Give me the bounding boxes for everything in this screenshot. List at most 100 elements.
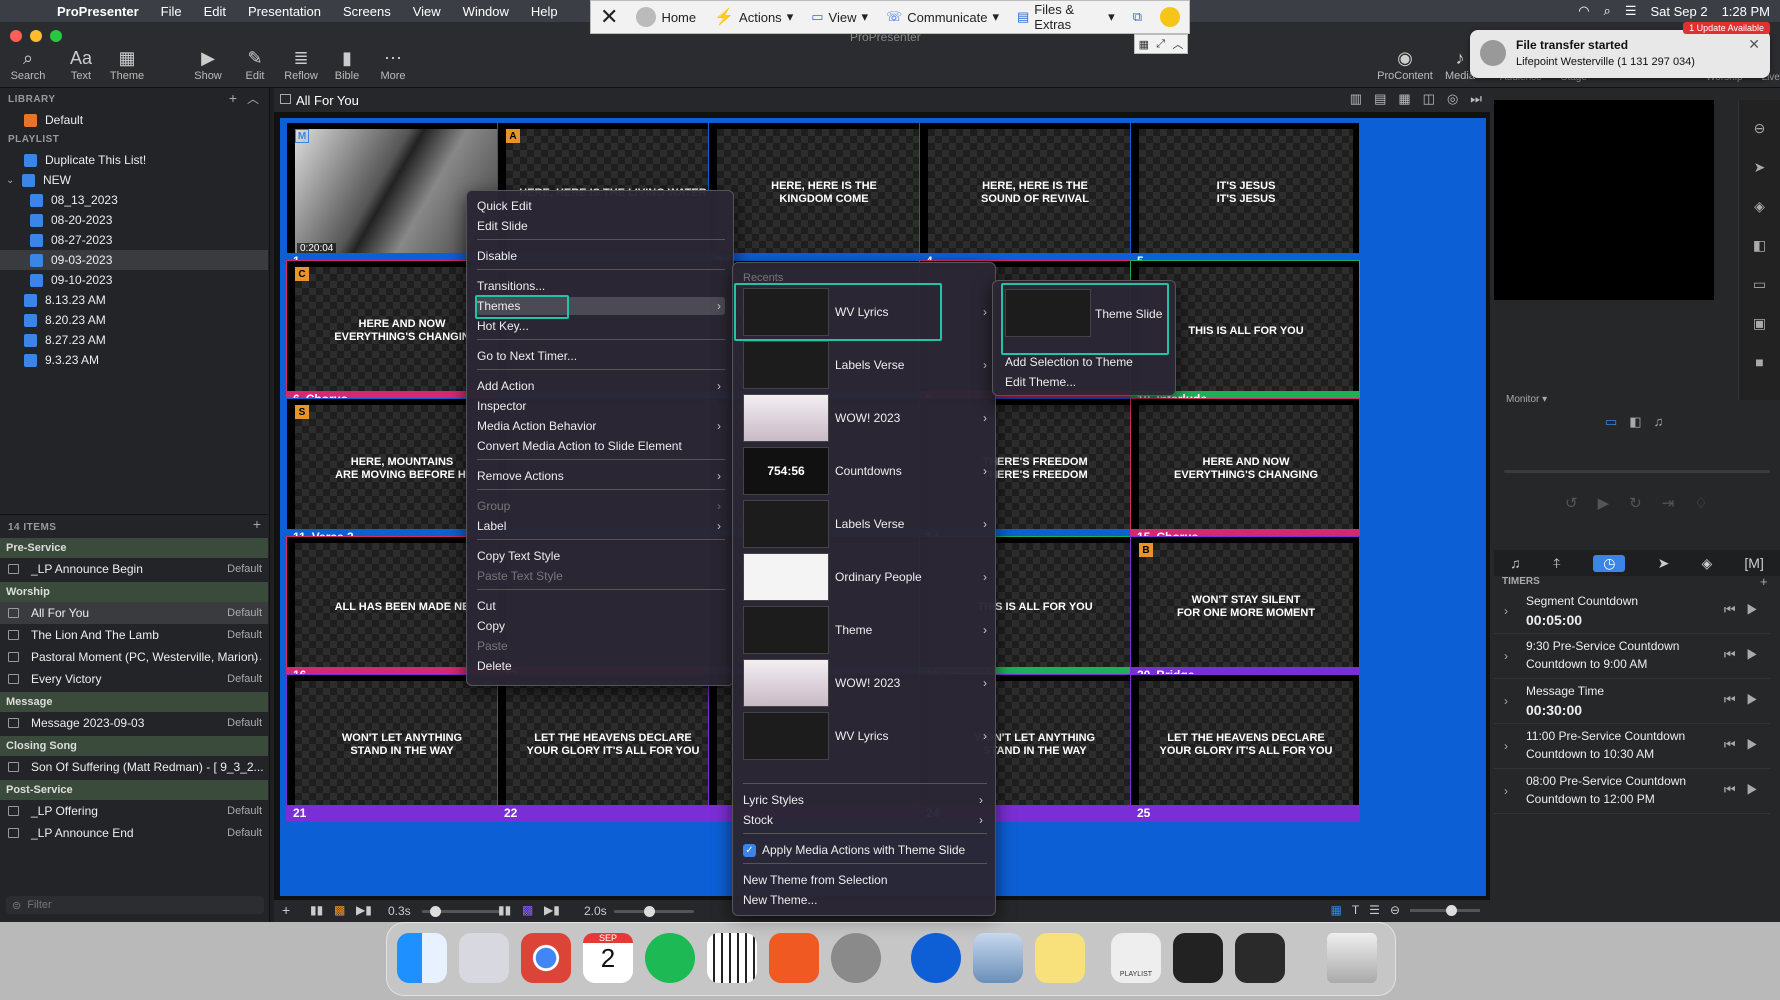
office-icon[interactable]	[769, 933, 819, 983]
library-default[interactable]: Default	[0, 110, 268, 130]
play-icon[interactable]: ▶	[1598, 494, 1610, 512]
slide-thumbnail[interactable]: WON'T LET ANYTHING STAND IN THE WAY 21	[286, 674, 516, 822]
play-icon[interactable]: ▶	[1746, 602, 1758, 617]
zoom-window-button[interactable]	[50, 30, 62, 42]
teamviewer-icon[interactable]	[911, 933, 961, 983]
menu-item-add-action[interactable]: Add Action ›	[477, 377, 725, 395]
send-icon[interactable]: ➤	[1754, 159, 1766, 176]
menu-item-apply-media-actions[interactable]: ✓ Apply Media Actions with Theme Slide	[743, 841, 987, 859]
theme-item[interactable]: Theme ›	[743, 605, 993, 655]
announce-icon[interactable]: ◧	[1753, 237, 1766, 254]
timer-row[interactable]: › Segment Countdown 00:05:00 ⏮ ▶	[1494, 590, 1770, 634]
menu-help[interactable]: Help	[520, 4, 569, 19]
media-dissolve-icon[interactable]: ▩	[522, 903, 533, 917]
menu-item-transitions[interactable]: Transitions...	[477, 277, 725, 295]
playlist-item-selected[interactable]: 09-03-2023	[0, 250, 268, 270]
skip-icon[interactable]: ⇥	[1662, 494, 1675, 512]
slide-thumbnail[interactable]: LET THE HEAVENS DECLARE YOUR GLORY IT'S …	[1130, 674, 1360, 822]
add-icon[interactable]: +	[229, 90, 237, 106]
menu-time[interactable]: 1:28 PM	[1722, 4, 1770, 19]
text-view-icon[interactable]: T	[1352, 903, 1359, 917]
play-icon[interactable]: ▶	[1746, 692, 1758, 707]
slide-thumbnail[interactable]: LET THE HEAVENS DECLARE YOUR GLORY IT'S …	[497, 674, 727, 822]
filter-input[interactable]: ⊜ Filter	[6, 896, 264, 914]
playlist-item[interactable]: 08-27-2023	[0, 230, 268, 250]
calendar-icon[interactable]: SEP 2	[583, 933, 633, 983]
actions-button[interactable]: ⚡ Actions ▾	[705, 0, 802, 34]
theme-item[interactable]: Labels Verse ›	[743, 340, 993, 390]
media-slider[interactable]	[614, 906, 694, 917]
chevron-right-icon[interactable]: ›	[1504, 604, 1508, 618]
piano-icon[interactable]	[707, 933, 757, 983]
props-tab-icon[interactable]: ⍏	[1553, 555, 1561, 572]
menu-item-lyric-styles[interactable]: Lyric Styles ›	[743, 791, 987, 809]
menu-item-quick-edit[interactable]: Quick Edit	[477, 197, 725, 215]
list-item[interactable]: Every Victory Default	[0, 668, 268, 690]
menu-item-remove-actions[interactable]: Remove Actions ›	[477, 467, 725, 485]
text-tool[interactable]: Aa Text	[56, 48, 106, 82]
theme-item[interactable]: Ordinary People ›	[743, 552, 993, 602]
layers-tab-icon[interactable]: ◈	[1701, 555, 1712, 572]
theme-item[interactable]: Labels Verse ›	[743, 499, 993, 549]
playlist-item[interactable]: 8.20.23 AM	[0, 310, 268, 330]
playlist-item[interactable]: 8.13.23 AM	[0, 290, 268, 310]
slide-thumbnail[interactable]: WON'T STAY SILENT FOR ONE MORE MOMENTB20…	[1130, 536, 1360, 684]
bell-icon[interactable]: ♢	[1694, 494, 1707, 512]
chevron-right-icon[interactable]: ›	[1504, 649, 1508, 663]
transition-slider[interactable]	[422, 906, 502, 917]
menu-item-label[interactable]: Label ›	[477, 517, 725, 535]
window-thumbnail-icon[interactable]	[1235, 933, 1285, 983]
split-icon[interactable]: ◫	[1423, 91, 1435, 107]
edit-tool[interactable]: ✎ Edit	[230, 48, 280, 82]
timers-tab-icon[interactable]: ◷	[1593, 554, 1626, 572]
notification[interactable]: File transfer started Lifepoint Westervi…	[1470, 22, 1770, 78]
slide-thumbnail[interactable]: HERE, HERE IS THE KINGDOM COME3	[708, 122, 938, 270]
slider-knob[interactable]	[430, 906, 441, 917]
menu-item-new-theme-selection[interactable]: New Theme from Selection	[743, 871, 987, 889]
audio-icon[interactable]: ♫	[1654, 414, 1664, 430]
window-thumbnail-icon[interactable]	[1173, 933, 1223, 983]
wifi-icon[interactable]: ◠	[1578, 3, 1589, 19]
grid-icon[interactable]: ▦	[1139, 38, 1149, 51]
zoom-out-icon[interactable]: ⊖	[1390, 903, 1400, 917]
theme-item[interactable]: WV Lyrics ›	[743, 711, 993, 761]
theme-tool[interactable]: ▦ Theme	[102, 48, 152, 82]
menu-date[interactable]: Sat Sep 2	[1650, 4, 1707, 19]
media-progress[interactable]	[1504, 470, 1770, 473]
menu-item-edit-slide[interactable]: Edit Slide	[477, 217, 725, 235]
files-extras-button[interactable]: ▤ Files & Extras ▾	[1008, 0, 1124, 34]
slides-icon[interactable]: ▭	[1753, 276, 1766, 293]
close-window-button[interactable]	[10, 30, 22, 42]
list-item[interactable]: _LP Offering Default	[0, 800, 268, 822]
play-icon[interactable]: ▶	[1746, 647, 1758, 662]
rewind-icon[interactable]: ↺	[1565, 494, 1578, 512]
chevron-up-icon[interactable]: ︿	[247, 90, 259, 107]
timer-row[interactable]: › 08:00 Pre-Service Countdown Countdown to…	[1494, 770, 1770, 814]
list-item[interactable]: Son Of Suffering (Matt Redman) - [ 9_3_2…	[0, 756, 268, 778]
menu-item-copy-text-style[interactable]: Copy Text Style	[477, 547, 725, 565]
playlist-item[interactable]: 09-10-2023	[0, 270, 268, 290]
video-icon[interactable]: ■	[1755, 354, 1763, 370]
macros-tab-icon[interactable]: [M]	[1744, 555, 1763, 571]
reset-icon[interactable]: ⏮	[1724, 602, 1736, 617]
forward-icon[interactable]: ↻	[1629, 494, 1642, 512]
playlist-item[interactable]: 08_13_2023	[0, 190, 268, 210]
close-remote-button[interactable]: ✕	[591, 0, 627, 34]
settings-icon[interactable]	[831, 933, 881, 983]
launchpad-icon[interactable]	[459, 933, 509, 983]
spotify-icon[interactable]	[645, 933, 695, 983]
layers-icon[interactable]: ◈	[1754, 198, 1765, 215]
notes-icon[interactable]	[1035, 933, 1085, 983]
reset-icon[interactable]: ⏮	[1724, 647, 1736, 662]
media-cut-icon[interactable]: ▮▮	[498, 903, 511, 917]
chevron-up-icon[interactable]: ︿	[1172, 36, 1183, 52]
menu-app[interactable]: ProPresenter	[46, 4, 150, 19]
chevron-right-icon[interactable]: ›	[1504, 739, 1508, 753]
record-icon[interactable]: ◎	[1447, 91, 1458, 107]
layout-icon[interactable]: ▥	[1350, 91, 1362, 107]
add-icon[interactable]: +	[1760, 574, 1768, 589]
playlist-item[interactable]: 9.3.23 AM	[0, 350, 268, 370]
slide-icon[interactable]: ▭	[1605, 414, 1617, 430]
menu-item-media-action[interactable]: Media Action Behavior ›	[477, 417, 725, 435]
grid-view-icon[interactable]: ▦	[1330, 903, 1341, 917]
